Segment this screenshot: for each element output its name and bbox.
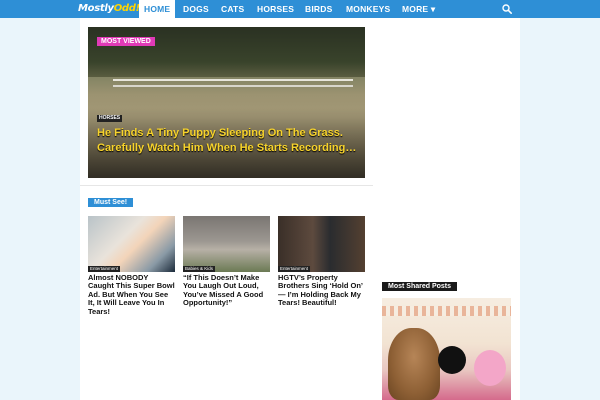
article-title[interactable]: Almost NOBODY Caught This Super Bowl Ad.… bbox=[88, 273, 175, 316]
hero-category-tag[interactable]: HORSES bbox=[97, 115, 123, 122]
wall-stripe bbox=[382, 306, 511, 316]
article-thumbnail[interactable]: Babies & Kids bbox=[183, 216, 270, 272]
nav-item-more[interactable]: MORE ▾ bbox=[402, 0, 435, 18]
most-shared-label: Most Shared Posts bbox=[382, 282, 458, 291]
nav-item-cats[interactable]: CATS bbox=[221, 0, 244, 18]
article-title[interactable]: “If This Doesn’t Make You Laugh Out Loud… bbox=[183, 273, 270, 308]
most-shared-thumbnail[interactable] bbox=[382, 298, 511, 400]
top-nav: MostlyOdd! HOME DOGS CATS HORSES BIRDS M… bbox=[0, 0, 600, 18]
article-thumbnail[interactable]: Entertainment bbox=[88, 216, 175, 272]
section-divider bbox=[80, 185, 373, 186]
article-card[interactable]: Babies & Kids “If This Doesn’t Make You … bbox=[183, 216, 270, 308]
nav-item-home[interactable]: HOME bbox=[139, 0, 176, 18]
must-see-label: Must See! bbox=[88, 198, 134, 207]
dog-figure bbox=[438, 346, 466, 374]
hero-image-fence bbox=[113, 79, 353, 87]
hero-image-trees bbox=[88, 27, 365, 77]
nav-item-monkeys[interactable]: MONKEYS bbox=[346, 0, 390, 18]
plush-toy-figure bbox=[474, 350, 506, 386]
deer-figure bbox=[388, 328, 440, 400]
most-viewed-badge: MOST VIEWED bbox=[97, 37, 155, 46]
chevron-down-icon: ▾ bbox=[430, 4, 436, 14]
nav-item-dogs[interactable]: DOGS bbox=[183, 0, 209, 18]
search-icon[interactable] bbox=[502, 4, 512, 14]
article-card[interactable]: Entertainment Almost NOBODY Caught This … bbox=[88, 216, 175, 316]
article-category-tag: Entertainment bbox=[278, 266, 311, 272]
article-category-tag: Babies & Kids bbox=[183, 266, 216, 272]
hero-title-link[interactable]: He Finds A Tiny Puppy Sleeping On The Gr… bbox=[97, 126, 359, 155]
nav-item-birds[interactable]: BIRDS bbox=[305, 0, 332, 18]
article-title[interactable]: HGTV’s Property Brothers Sing ‘Hold On’ … bbox=[278, 273, 365, 308]
nav-item-horses[interactable]: HORSES bbox=[257, 0, 294, 18]
site-logo[interactable]: MostlyOdd! bbox=[78, 1, 140, 17]
article-card[interactable]: Entertainment HGTV’s Property Brothers S… bbox=[278, 216, 365, 308]
hero-image[interactable] bbox=[88, 27, 365, 178]
article-category-tag: Entertainment bbox=[88, 266, 121, 272]
article-thumbnail[interactable]: Entertainment bbox=[278, 216, 365, 272]
